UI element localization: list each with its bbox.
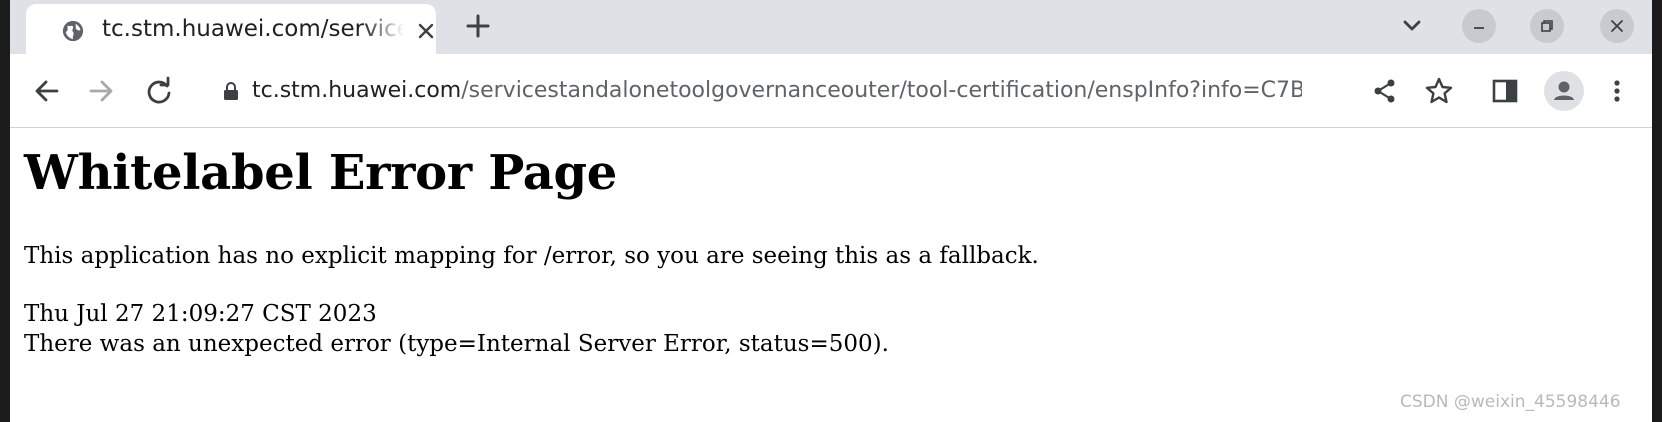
url-host: tc.stm.huawei.com [252, 78, 462, 103]
watermark: CSDN @weixin_45598446 [1400, 392, 1621, 412]
url-text[interactable]: tc.stm.huawei.com/servicestandalonetoolg… [252, 76, 1302, 106]
window-close-button[interactable] [1600, 9, 1634, 43]
error-timestamp: Thu Jul 27 21:09:27 CST 2023 [24, 301, 377, 327]
error-detail: There was an unexpected error (type=Inte… [24, 331, 889, 357]
minimize-icon [1474, 27, 1484, 29]
lock-icon[interactable] [222, 81, 240, 101]
restore-icon [1541, 20, 1553, 32]
person-icon [1554, 81, 1574, 100]
browser-toolbar: tc.stm.huawei.com/servicestandalonetoolg… [10, 54, 1652, 128]
chevron-down-icon[interactable] [1398, 12, 1426, 40]
reload-icon[interactable] [144, 76, 174, 106]
close-icon[interactable] [414, 19, 438, 43]
url-path: /servicestandalonetoolgovernanceouter/to… [461, 78, 1302, 103]
tab-title: tc.stm.huawei.com/servicestandaloneto [102, 16, 404, 42]
tab-active[interactable]: tc.stm.huawei.com/servicestandaloneto [26, 4, 436, 54]
side-panel-icon[interactable] [1490, 76, 1520, 106]
back-arrow-icon[interactable] [32, 76, 62, 106]
forward-arrow-icon[interactable] [86, 76, 116, 106]
kebab-menu-icon[interactable] [1602, 76, 1632, 106]
screen-edge-right [1652, 0, 1662, 422]
restore-button[interactable] [1530, 9, 1564, 43]
screen-edge-left [0, 0, 10, 422]
page-title: Whitelabel Error Page [24, 145, 618, 201]
close-icon [1611, 20, 1623, 32]
profile-avatar-button[interactable] [1544, 71, 1584, 111]
star-icon[interactable] [1424, 76, 1454, 106]
minimize-button[interactable] [1462, 9, 1496, 43]
page-content: Whitelabel Error Page This application h… [10, 129, 1652, 422]
share-icon[interactable] [1370, 76, 1400, 106]
new-tab-plus-icon[interactable] [464, 12, 492, 40]
browser-window: tc.stm.huawei.com/servicestandaloneto [10, 0, 1652, 422]
error-message: This application has no explicit mapping… [24, 243, 1039, 269]
tab-strip: tc.stm.huawei.com/servicestandaloneto [10, 0, 1652, 54]
globe-icon [62, 20, 84, 42]
